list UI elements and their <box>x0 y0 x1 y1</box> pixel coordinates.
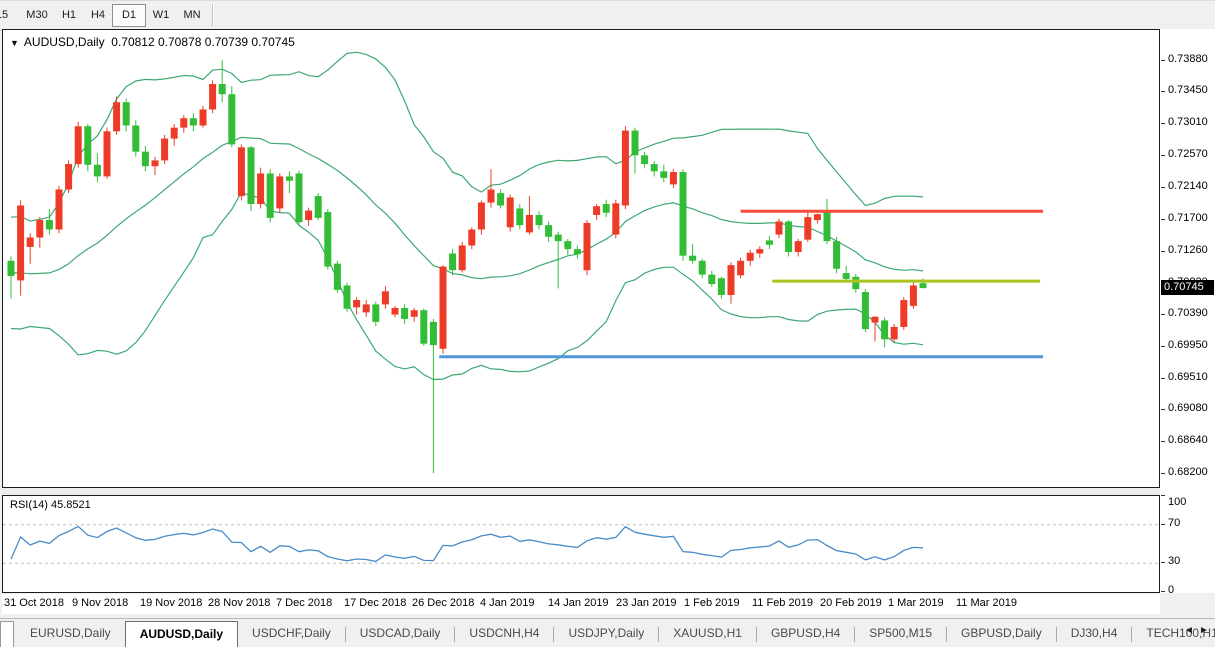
price-axis-label: 0.73880 <box>1168 53 1208 65</box>
date-axis-label: 9 Nov 2018 <box>72 597 128 609</box>
price-axis-label: 0.71700 <box>1168 212 1208 224</box>
rsi-axis-label: 100 <box>1168 496 1186 508</box>
mt4-window: 15M30H1H4D1W1MN ▼ AUDUSD,Daily 0.70812 0.… <box>0 0 1215 647</box>
chart-ohlc-values: 0.70812 0.70878 0.70739 0.70745 <box>111 35 295 49</box>
price-axis-tick <box>1161 473 1165 474</box>
tab-scroll-left-icon[interactable]: ◄ <box>1184 625 1194 636</box>
chart-symbol-label: AUDUSD,Daily <box>24 35 105 49</box>
price-axis-label: 0.70390 <box>1168 307 1208 319</box>
candlestick-svg <box>3 30 1159 487</box>
timeframe-button-h4[interactable]: H4 <box>84 4 112 27</box>
timeframe-button-15[interactable]: 15 <box>0 4 18 27</box>
tab-dj30-h4[interactable]: DJ30,H4 <box>1057 621 1132 647</box>
date-axis-label: 1 Mar 2019 <box>888 597 944 609</box>
date-axis-label: 26 Dec 2018 <box>412 597 474 609</box>
collapse-arrow-icon[interactable]: ▼ <box>10 38 19 48</box>
price-axis-label: 0.69510 <box>1168 371 1208 383</box>
timeframe-button-mn[interactable]: MN <box>176 4 208 27</box>
date-axis-label: 11 Feb 2019 <box>752 597 813 609</box>
price-axis-label: 0.72570 <box>1168 148 1208 160</box>
price-chart[interactable]: ▼ AUDUSD,Daily 0.70812 0.70878 0.70739 0.… <box>2 29 1160 488</box>
tab-usdchf-daily[interactable]: USDCHF,Daily <box>238 621 345 647</box>
price-axis-tick <box>1161 251 1165 252</box>
rsi-axis-tick <box>1161 591 1165 592</box>
tab-edge-sliver <box>0 621 14 647</box>
price-axis-tick <box>1161 346 1165 347</box>
price-axis-tick <box>1161 378 1165 379</box>
date-axis-label: 14 Jan 2019 <box>548 597 609 609</box>
current-price-tag: 0.70745 <box>1161 280 1214 295</box>
price-axis-label: 0.68640 <box>1168 434 1208 446</box>
price-axis-label: 0.69080 <box>1168 402 1208 414</box>
chart-title: ▼ AUDUSD,Daily 0.70812 0.70878 0.70739 0.… <box>10 35 295 49</box>
rsi-indicator-label: RSI(14) 45.8521 <box>10 499 91 511</box>
price-axis-tick <box>1161 409 1165 410</box>
date-axis-label: 28 Nov 2018 <box>208 597 270 609</box>
price-axis-tick <box>1161 155 1165 156</box>
price-axis-tick <box>1161 123 1165 124</box>
tab-audusd-daily[interactable]: AUDUSD,Daily <box>125 621 238 647</box>
timeframe-button-m30[interactable]: M30 <box>20 4 54 27</box>
timeframe-toolbar: 15M30H1H4D1W1MN <box>0 0 1215 31</box>
tab-xauusd-h1[interactable]: XAUUSD,H1 <box>659 621 756 647</box>
timeframe-button-h1[interactable]: H1 <box>54 4 84 27</box>
date-axis-label: 17 Dec 2018 <box>344 597 406 609</box>
date-axis[interactable]: 31 Oct 2018 9 Nov 2018 19 Nov 2018 28 Nov 2… <box>2 594 1160 614</box>
date-axis-label: 20 Feb 2019 <box>820 597 882 609</box>
tab-usdcnh-h4[interactable]: USDCNH,H4 <box>455 621 553 647</box>
rsi-axis-tick <box>1161 495 1165 496</box>
price-axis-tick <box>1161 91 1165 92</box>
tab-usdjpy-daily[interactable]: USDJPY,Daily <box>554 621 658 647</box>
panel-splitter[interactable] <box>2 488 1160 495</box>
tab-scroll-right-icon[interactable]: ► <box>1199 625 1209 636</box>
date-axis-label: 4 Jan 2019 <box>480 597 534 609</box>
tab-usdcad-daily[interactable]: USDCAD,Daily <box>346 621 455 647</box>
price-axis-label: 0.69950 <box>1168 339 1208 351</box>
tab-gbpusd-h4[interactable]: GBPUSD,H4 <box>757 621 854 647</box>
price-axis-label: 0.71260 <box>1168 244 1208 256</box>
price-axis-tick <box>1161 219 1165 220</box>
tab-sp500-m15[interactable]: SP500,M15 <box>855 621 946 647</box>
price-axis-tick <box>1161 60 1165 61</box>
price-axis-label: 0.68200 <box>1168 466 1208 478</box>
price-axis-tick <box>1161 187 1165 188</box>
price-axis-label: 0.72140 <box>1168 180 1208 192</box>
date-axis-label: 23 Jan 2019 <box>616 597 677 609</box>
rsi-svg <box>3 496 1159 592</box>
rsi-axis-label: 0 <box>1168 584 1174 596</box>
toolbar-separator-highlight <box>213 4 214 26</box>
tab-eurusd-daily[interactable]: EURUSD,Daily <box>16 621 125 647</box>
timeframe-button-w1[interactable]: W1 <box>146 4 176 27</box>
date-axis-label: 31 Oct 2018 <box>4 597 64 609</box>
price-axis-label: 0.73450 <box>1168 84 1208 96</box>
date-axis-label: 1 Feb 2019 <box>684 597 740 609</box>
chart-tab-bar: EURUSD,DailyAUDUSD,DailyUSDCHF,DailyUSDC… <box>0 618 1215 647</box>
price-axis-label: 0.73010 <box>1168 116 1208 128</box>
tab-gbpusd-daily[interactable]: GBPUSD,Daily <box>947 621 1056 647</box>
date-axis-label: 11 Mar 2019 <box>956 597 1017 609</box>
rsi-panel[interactable]: RSI(14) 45.8521 <box>2 495 1160 593</box>
tab-strip: EURUSD,DailyAUDUSD,DailyUSDCHF,DailyUSDC… <box>0 621 1215 647</box>
date-axis-label: 19 Nov 2018 <box>140 597 202 609</box>
date-axis-label: 7 Dec 2018 <box>276 597 332 609</box>
rsi-axis-tick <box>1161 562 1165 563</box>
rsi-axis-label: 70 <box>1168 517 1180 529</box>
price-axis[interactable]: 0.73880 0.73450 0.73010 0.72570 0.72140 0.717… <box>1160 29 1215 593</box>
rsi-axis-tick <box>1161 524 1165 525</box>
timeframe-button-d1[interactable]: D1 <box>112 4 146 27</box>
price-axis-tick <box>1161 441 1165 442</box>
price-axis-tick <box>1161 314 1165 315</box>
rsi-axis-label: 30 <box>1168 555 1180 567</box>
